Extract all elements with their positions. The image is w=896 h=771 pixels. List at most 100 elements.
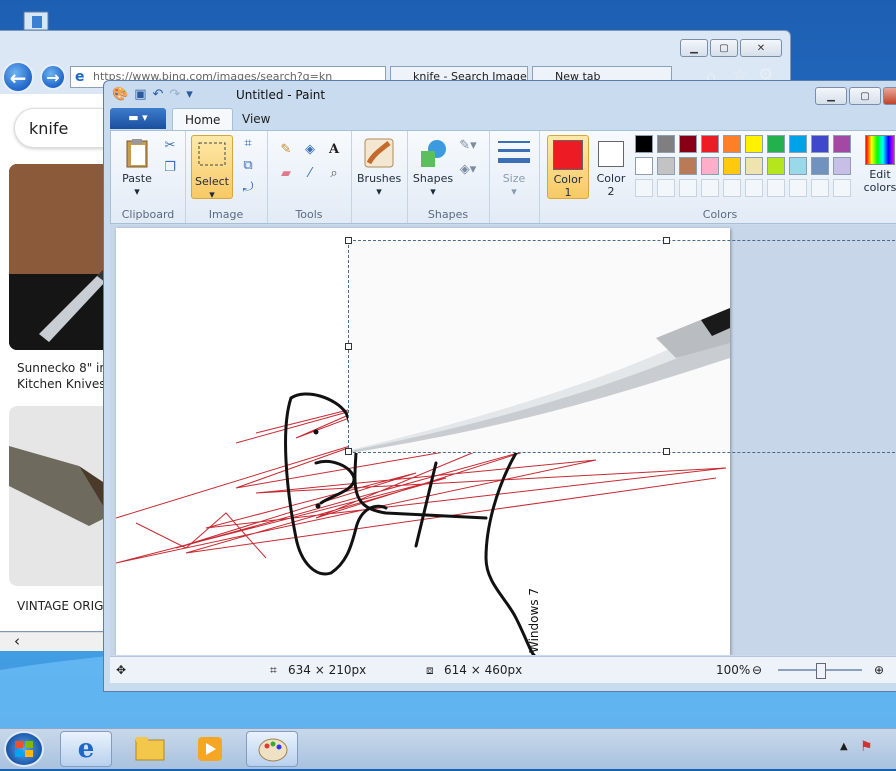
- result-caption-2[interactable]: VINTAGE ORIG: [17, 598, 103, 614]
- zoom-slider[interactable]: [778, 663, 862, 679]
- result-caption-1b[interactable]: Kitchen Knives J: [17, 376, 113, 392]
- size-button[interactable]: Size ▾: [495, 137, 533, 198]
- tray-expand-icon[interactable]: ▲: [840, 741, 848, 752]
- palette-swatch[interactable]: [657, 157, 675, 175]
- rotate-icon[interactable]: ⤾: [239, 179, 257, 197]
- copy-icon[interactable]: ❐: [161, 159, 179, 177]
- ie-minimize-button[interactable]: ▁: [680, 39, 708, 57]
- palette-swatch[interactable]: [833, 157, 851, 175]
- search-input[interactable]: knife: [14, 108, 114, 148]
- forward-button[interactable]: →: [40, 64, 66, 90]
- horizontal-scrollbar[interactable]: ‹: [0, 632, 106, 651]
- palette-swatch[interactable]: [789, 179, 807, 197]
- selection-handle-tm[interactable]: [663, 237, 670, 244]
- start-button[interactable]: [4, 731, 44, 767]
- fill-icon[interactable]: ◈▾: [459, 161, 477, 179]
- palette-swatch[interactable]: [745, 179, 763, 197]
- resize-icon[interactable]: ⧉: [239, 157, 257, 175]
- taskbar-media-player[interactable]: [184, 731, 236, 767]
- taskbar-file-explorer[interactable]: [124, 731, 176, 767]
- magnifier-icon[interactable]: ⌕: [325, 165, 343, 183]
- color2-swatch: [598, 141, 624, 167]
- folder-icon: [135, 737, 165, 761]
- paint-titlebar: 🎨 ▣ ↶ ↷ ▾ Untitled - Paint ▁ ▢ ✕: [104, 81, 896, 109]
- selection-handle-tl[interactable]: [345, 237, 352, 244]
- ie-close-button[interactable]: ✕: [740, 39, 782, 57]
- paint-minimize-button[interactable]: ▁: [815, 87, 847, 105]
- paint-file-menu-button[interactable]: ▬ ▾: [110, 108, 166, 129]
- edit-colors-button[interactable]: Edit colors: [861, 135, 896, 194]
- ie-maximize-button[interactable]: ▢: [710, 39, 738, 57]
- outline-icon[interactable]: ✎▾: [459, 137, 477, 155]
- crop-icon[interactable]: ⌗: [239, 135, 257, 153]
- palette-swatch[interactable]: [745, 157, 763, 175]
- palette-swatch[interactable]: [723, 135, 741, 153]
- palette-swatch[interactable]: [789, 135, 807, 153]
- paint-app-icon[interactable]: 🎨: [112, 87, 128, 103]
- palette-swatch[interactable]: [789, 157, 807, 175]
- palette-swatch[interactable]: [679, 157, 697, 175]
- pencil-icon[interactable]: ✎: [277, 141, 295, 159]
- color-picker-icon[interactable]: ⁄: [301, 165, 319, 183]
- cut-icon[interactable]: ✂: [161, 137, 179, 155]
- result-image-1[interactable]: [9, 164, 109, 350]
- palette-swatch[interactable]: [635, 157, 653, 175]
- scroll-left-icon[interactable]: ‹: [14, 632, 20, 650]
- paste-button[interactable]: Paste ▾: [117, 137, 157, 198]
- image-group: Select ▾ ⌗ ⧉ ⤾ Image: [185, 131, 268, 223]
- palette-swatch[interactable]: [767, 157, 785, 175]
- select-button[interactable]: Select ▾: [191, 135, 233, 201]
- palette-swatch[interactable]: [833, 135, 851, 153]
- palette-swatch[interactable]: [679, 179, 697, 197]
- palette-swatch[interactable]: [723, 179, 741, 197]
- tab-home[interactable]: Home: [172, 108, 234, 131]
- selection-handle-bm[interactable]: [663, 448, 670, 455]
- color2-button[interactable]: Color 2: [591, 135, 631, 198]
- redo-icon[interactable]: ↷: [169, 87, 180, 103]
- shapes-button[interactable]: Shapes ▾: [411, 137, 455, 198]
- action-center-flag-icon[interactable]: ⚑: [860, 739, 873, 755]
- undo-icon[interactable]: ↶: [152, 87, 163, 103]
- palette-swatch[interactable]: [723, 157, 741, 175]
- paint-maximize-button[interactable]: ▢: [849, 87, 881, 105]
- palette-swatch[interactable]: [657, 135, 675, 153]
- palette-swatch[interactable]: [767, 179, 785, 197]
- brushes-button[interactable]: Brushes ▾: [357, 137, 401, 198]
- selection-handle-ml[interactable]: [345, 343, 352, 350]
- palette-swatch[interactable]: [701, 157, 719, 175]
- selection-marquee[interactable]: [348, 240, 896, 453]
- result-caption-1a[interactable]: Sunnecko 8" inc: [17, 360, 114, 376]
- fill-bucket-icon[interactable]: ◈: [301, 141, 319, 159]
- palette-swatch[interactable]: [657, 179, 675, 197]
- eraser-icon[interactable]: ▰: [277, 165, 295, 183]
- taskbar-paint[interactable]: [246, 731, 298, 767]
- zoom-slider-thumb[interactable]: [816, 663, 826, 679]
- zoom-in-button[interactable]: ⊕: [874, 657, 884, 683]
- palette-swatch[interactable]: [701, 179, 719, 197]
- color1-button[interactable]: Color 1: [547, 135, 589, 199]
- result-image-2[interactable]: [9, 406, 109, 586]
- zoom-out-button[interactable]: ⊖: [752, 657, 762, 683]
- palette-swatch[interactable]: [701, 135, 719, 153]
- paint-close-button[interactable]: ✕: [883, 87, 896, 105]
- palette-swatch[interactable]: [811, 135, 829, 153]
- palette-swatch[interactable]: [679, 135, 697, 153]
- palette-swatch[interactable]: [767, 135, 785, 153]
- palette-swatch[interactable]: [635, 179, 653, 197]
- save-icon[interactable]: ▣: [134, 87, 146, 103]
- text-icon[interactable]: A: [325, 141, 343, 159]
- tab-view[interactable]: View: [230, 108, 282, 130]
- window-title: Untitled - Paint: [236, 88, 326, 102]
- canvas-workspace[interactable]: Windows 7: [110, 225, 896, 655]
- palette-swatch[interactable]: [745, 135, 763, 153]
- qat-customize-icon[interactable]: ▾: [186, 87, 193, 103]
- selection-size-icon: ⌗: [270, 663, 277, 677]
- color-palette: [635, 135, 859, 201]
- back-button[interactable]: ←: [2, 61, 34, 93]
- taskbar-internet-explorer[interactable]: e: [60, 731, 112, 767]
- palette-swatch[interactable]: [811, 157, 829, 175]
- palette-swatch[interactable]: [635, 135, 653, 153]
- palette-swatch[interactable]: [833, 179, 851, 197]
- palette-swatch[interactable]: [811, 179, 829, 197]
- selection-handle-bl[interactable]: [345, 448, 352, 455]
